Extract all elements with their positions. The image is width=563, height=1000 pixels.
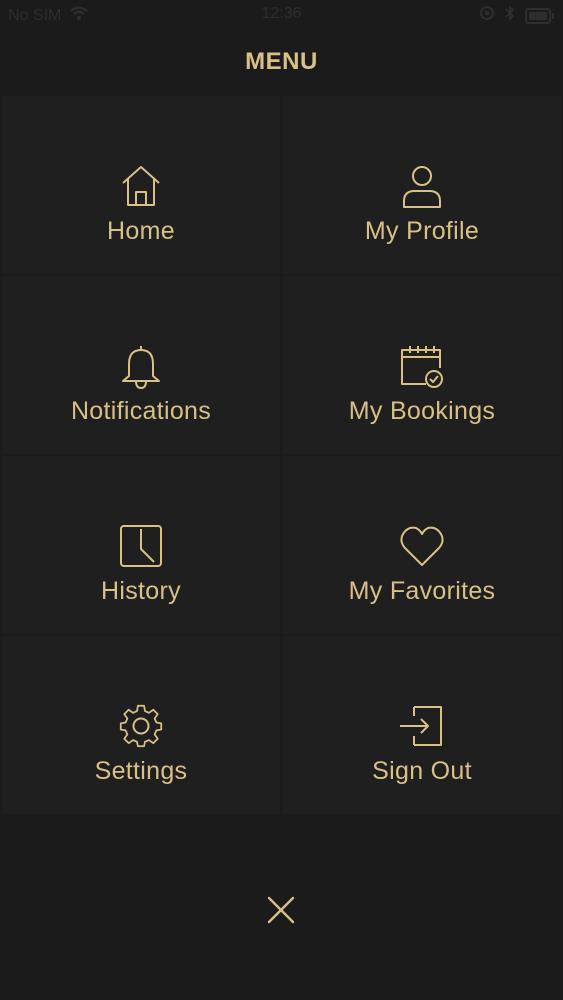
heart-icon [398,522,446,570]
menu-grid: Home My Profile Notifications My Booking… [2,96,561,814]
gear-icon [117,702,165,750]
clock-icon [117,522,165,570]
menu-item-label: History [101,577,181,605]
menu-title: MENU [245,48,318,75]
menu-item-label: Sign Out [372,757,472,785]
menu-item-settings[interactable]: Settings [2,636,280,814]
menu-item-my-bookings[interactable]: My Bookings [283,276,561,454]
menu-item-label: Notifications [70,397,212,425]
menu-item-home[interactable]: Home [2,96,280,274]
menu-item-my-favorites[interactable]: My Favorites [283,456,561,634]
user-icon [398,162,446,210]
menu-item-label: My Favorites [348,577,496,605]
sign-out-icon [398,702,446,750]
close-button[interactable] [262,891,300,929]
menu-item-my-profile[interactable]: My Profile [283,96,561,274]
status-bar: No SIM 12:36 [0,0,563,30]
orientation-lock-icon [479,5,495,26]
bluetooth-icon [505,4,515,26]
close-icon [267,896,295,924]
menu-item-sign-out[interactable]: Sign Out [283,636,561,814]
menu-item-label: Home [107,217,175,245]
menu-item-label: Settings [94,757,188,785]
menu-item-label: My Profile [364,217,480,245]
calendar-check-icon [398,342,446,390]
battery-icon [525,7,554,24]
menu-item-notifications[interactable]: Notifications [2,276,280,454]
home-icon [117,162,165,210]
menu-item-history[interactable]: History [2,456,280,634]
status-right-icons [479,4,554,26]
menu-item-label: My Bookings [348,397,496,425]
bell-icon [117,342,165,390]
